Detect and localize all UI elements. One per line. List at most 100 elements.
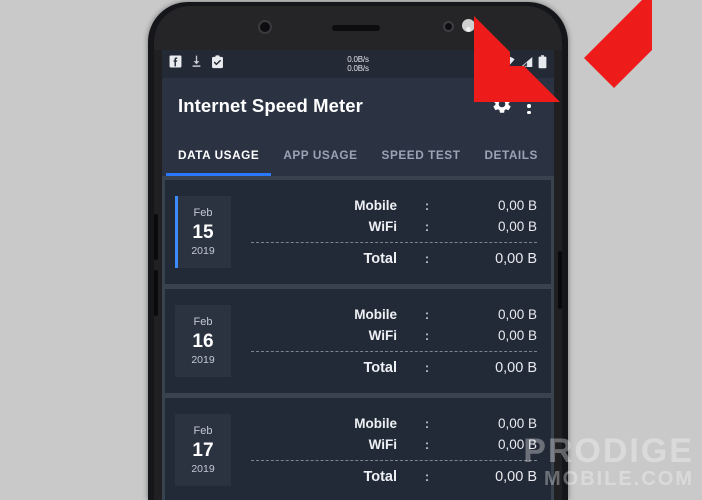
row-colon: : — [424, 307, 430, 322]
date-badge: Feb 16 2019 — [175, 305, 231, 377]
row-label-mobile: Mobile — [354, 198, 397, 213]
table-row: WiFi : 0,00 B — [251, 325, 537, 346]
row-value-wifi: 0,00 B — [497, 219, 537, 234]
front-camera-icon — [258, 20, 272, 34]
row-value-mobile: 0,00 B — [497, 307, 537, 322]
row-label-wifi: WiFi — [368, 328, 397, 343]
tab-speed-test[interactable]: SPEED TEST — [370, 134, 473, 176]
date-year: 2019 — [191, 462, 215, 475]
earpiece-speaker — [332, 25, 380, 31]
row-colon: : — [424, 198, 430, 213]
more-vertical-icon — [527, 97, 531, 102]
table-row: Mobile : 0,00 B — [251, 304, 537, 325]
date-day: 17 — [192, 439, 214, 461]
network-speed-indicator: 0.0B/s 0.0B/s — [347, 55, 369, 73]
data-usage-list[interactable]: Feb 15 2019 Mobile : 0,00 B WiFi: 0,00 … — [162, 176, 554, 500]
list-item[interactable]: Feb 16 2019 Mobile : 0,00 B WiFi: 0,00 … — [165, 289, 551, 393]
tab-data-usage-label: DATA USAGE — [178, 148, 260, 162]
table-row: WiFi : 0,00 B — [251, 216, 537, 237]
tab-data-usage[interactable]: DATA USAGE — [166, 134, 272, 176]
row-value-wifi: 0,00 B — [497, 437, 537, 452]
usage-rows: Mobile : 0,00 B WiFi : 0,00 B Total: 0,… — [251, 413, 537, 487]
row-label-total: Total — [363, 250, 397, 267]
more-vertical-icon-dot2 — [527, 104, 531, 108]
android-status-bar: 0.0B/s 0.0B/s — [162, 50, 554, 78]
row-label-total: Total — [363, 468, 397, 485]
table-row: Total : 0,00 B — [251, 248, 537, 269]
date-month: Feb — [193, 206, 213, 219]
date-year: 2019 — [191, 353, 215, 366]
row-colon: : — [424, 251, 430, 266]
tab-details-label: DETAILS — [484, 148, 538, 162]
tab-bar: DATA USAGE APP USAGE SPEED TEST DETAILS — [162, 134, 554, 176]
more-vertical-icon-dot3 — [527, 110, 531, 115]
facebook-icon — [169, 55, 182, 73]
date-month: Feb — [193, 424, 213, 437]
date-month: Feb — [193, 315, 213, 328]
alarm-icon — [482, 55, 495, 73]
volume-down-button[interactable] — [154, 270, 158, 316]
row-value-total: 0,00 B — [495, 468, 537, 485]
phone-bezel: 0.0B/s 0.0B/s Internet Speed Meter DATA … — [154, 6, 562, 500]
row-divider — [251, 460, 537, 461]
overflow-menu-button[interactable] — [517, 97, 541, 115]
tab-speed-test-label: SPEED TEST — [381, 148, 461, 162]
tab-app-usage-label: APP USAGE — [283, 148, 358, 162]
row-value-mobile: 0,00 B — [497, 198, 537, 213]
table-row: WiFi : 0,00 B — [251, 434, 537, 455]
date-year: 2019 — [191, 244, 215, 257]
date-day: 16 — [192, 330, 214, 352]
clipboard-check-icon — [211, 54, 224, 74]
row-colon: : — [424, 219, 430, 234]
upload-speed-text: 0.0B/s — [347, 55, 369, 64]
page-title: Internet Speed Meter — [178, 95, 363, 116]
row-value-wifi: 0,00 B — [497, 328, 537, 343]
date-day: 15 — [192, 221, 214, 243]
table-row: Mobile : 0,00 B — [251, 413, 537, 434]
status-bar-right-icons — [482, 54, 547, 74]
table-row: Total : 0,00 B — [251, 357, 537, 378]
usage-rows: Mobile : 0,00 B WiFi : 0,00 B Total: 0,… — [251, 195, 537, 269]
row-colon: : — [424, 416, 430, 431]
row-divider — [251, 351, 537, 352]
usage-rows: Mobile : 0,00 B WiFi : 0,00 B Total: 0,… — [251, 304, 537, 378]
gear-icon — [491, 93, 513, 120]
proximity-sensor-icon — [443, 21, 454, 32]
tab-details[interactable]: DETAILS — [472, 134, 549, 176]
row-label-wifi: WiFi — [368, 437, 397, 452]
list-item[interactable]: Feb 15 2019 Mobile : 0,00 B WiFi: 0,00 … — [165, 180, 551, 284]
row-value-mobile: 0,00 B — [497, 416, 537, 431]
phone-top-hardware — [154, 6, 562, 50]
row-colon: : — [424, 328, 430, 343]
phone-screen: 0.0B/s 0.0B/s Internet Speed Meter DATA … — [162, 50, 554, 500]
wifi-icon — [500, 55, 515, 73]
row-colon: : — [424, 360, 430, 375]
tab-app-usage[interactable]: APP USAGE — [271, 134, 369, 176]
row-label-mobile: Mobile — [354, 307, 397, 322]
volume-up-button[interactable] — [154, 214, 158, 260]
table-row: Mobile : 0,00 B — [251, 195, 537, 216]
status-bar-left-icons — [169, 54, 224, 74]
settings-button[interactable] — [487, 93, 517, 120]
screenshot-canvas: 0.0B/s 0.0B/s Internet Speed Meter DATA … — [0, 0, 702, 500]
table-row: Total : 0,00 B — [251, 466, 537, 487]
date-badge: Feb 17 2019 — [175, 414, 231, 486]
row-label-wifi: WiFi — [368, 219, 397, 234]
row-colon: : — [424, 469, 430, 484]
power-button[interactable] — [558, 251, 562, 309]
phone-device: 0.0B/s 0.0B/s Internet Speed Meter DATA … — [148, 2, 568, 500]
battery-icon — [538, 54, 547, 74]
row-value-total: 0,00 B — [495, 359, 537, 376]
download-icon — [191, 55, 202, 73]
light-sensor-icon — [462, 19, 475, 32]
download-speed-text: 0.0B/s — [347, 64, 369, 73]
date-badge: Feb 15 2019 — [175, 196, 231, 268]
signal-icon — [520, 55, 533, 73]
row-label-mobile: Mobile — [354, 416, 397, 431]
row-divider — [251, 242, 537, 243]
row-label-total: Total — [363, 359, 397, 376]
row-colon: : — [424, 437, 430, 452]
row-value-total: 0,00 B — [495, 250, 537, 267]
app-bar: Internet Speed Meter — [162, 78, 554, 134]
list-item[interactable]: Feb 17 2019 Mobile : 0,00 B WiFi: 0,00 … — [165, 398, 551, 500]
